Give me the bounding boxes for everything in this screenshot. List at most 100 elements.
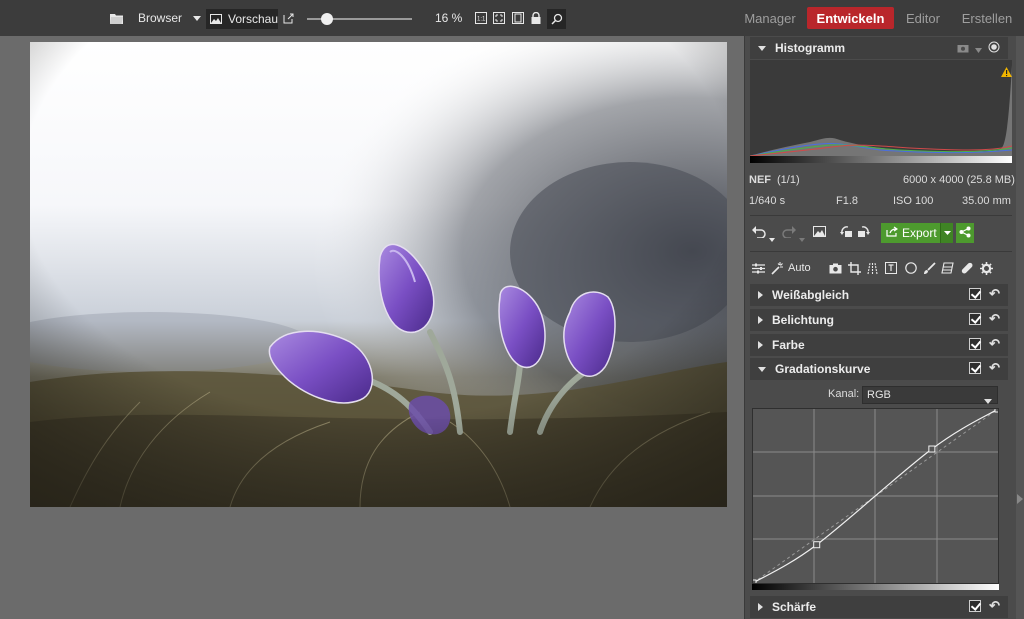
magnifier-mode-icon[interactable] [547,9,566,29]
compare-image-icon[interactable] [813,226,826,240]
enable-checkbox[interactable] [969,313,982,325]
section-color[interactable]: Farbe ↶ [750,334,1008,356]
panel-scroll-strip[interactable] [1016,36,1024,619]
collapse-arrow-icon[interactable] [1017,494,1023,504]
divider [750,251,1012,252]
tab-entwickeln[interactable]: Entwickeln [807,7,894,29]
iso-value: ISO 100 [893,195,934,207]
reset-icon[interactable]: ↶ [989,337,1000,350]
section-white-balance[interactable]: Weißabgleich ↶ [750,284,1008,306]
export-icon [886,226,899,240]
sliders-icon[interactable] [752,263,765,277]
camera-icon[interactable] [829,263,842,277]
enable-checkbox[interactable] [969,288,982,300]
histogram-title: Histogramm [775,41,846,55]
file-format: NEF [749,174,771,186]
reset-icon[interactable]: ↶ [989,599,1000,612]
curve-gradient-bar [752,584,999,590]
section-tone-curve[interactable]: Gradationskurve ↶ [750,358,1008,380]
curve-control-point[interactable] [813,541,821,549]
collapse-triangle-icon [758,366,766,372]
crop-icon[interactable] [848,262,861,278]
redo-icon[interactable] [782,226,796,241]
chevron-down-icon[interactable] [975,42,982,56]
warning-icon[interactable] [1001,66,1012,80]
rotate-right-icon[interactable] [857,226,870,241]
preview-label: Vorschau [228,12,279,26]
divider [750,215,1012,216]
chevron-down-icon [984,393,992,409]
tools-row: Auto [750,258,1014,280]
rotate-left-icon[interactable] [840,226,853,241]
circle-mask-icon[interactable] [905,262,917,277]
expand-triangle-icon [758,603,763,611]
share-icon [959,226,971,241]
browser-button[interactable]: Browser [138,0,182,36]
svg-text:1:1: 1:1 [477,17,486,23]
section-label: Weißabgleich [772,288,850,302]
channel-select[interactable]: RGB [862,386,998,404]
section-label: Farbe [772,338,805,352]
fit-screen-icon[interactable] [493,0,505,36]
file-dimensions: 6000 x 4000 (25.8 MB) [903,174,1015,186]
channel-value: RGB [867,389,891,401]
file-counter: (1/1) [777,174,800,186]
export-button[interactable]: Export [881,223,940,243]
top-toolbar: Browser Vorschau 16 % 1:1 Manager Entwic… [0,0,1024,36]
tab-erstellen[interactable]: Erstellen [959,7,1015,29]
fill-screen-icon[interactable] [512,0,524,36]
gradient-filter-icon[interactable] [941,262,954,277]
channel-label: Kanal: [828,388,860,400]
enable-checkbox[interactable] [969,600,982,612]
collapse-triangle-icon [758,45,766,51]
export-dropdown[interactable] [940,223,953,243]
perspective-icon[interactable] [866,262,879,278]
expand-triangle-icon [758,316,763,324]
curve-control-point[interactable] [749,579,757,587]
curve-control-point[interactable] [928,445,936,453]
image-icon [210,14,222,24]
section-label: Gradationskurve [775,362,871,376]
external-window-icon[interactable] [283,0,294,36]
text-frame-icon[interactable] [885,262,897,277]
tone-curve-editor[interactable] [749,405,1002,587]
reset-icon[interactable]: ↶ [989,361,1000,374]
zoom-1-1-icon[interactable]: 1:1 [475,0,487,36]
magic-wand-icon[interactable] [771,262,784,278]
enable-checkbox[interactable] [969,338,982,350]
gear-icon[interactable] [980,262,993,278]
chevron-down-icon[interactable] [799,231,805,245]
zoom-slider-handle[interactable] [321,13,333,25]
shutter-speed: 1/640 s [749,195,786,207]
focal-length: 35.00 mm [962,195,1011,207]
healing-bandage-icon[interactable] [961,262,974,278]
section-label: Schärfe [772,600,817,614]
histogram-header[interactable]: Histogramm [750,37,1008,59]
auto-button[interactable]: Auto [788,262,811,274]
tab-editor[interactable]: Editor [901,7,945,29]
chevron-down-icon[interactable] [769,231,775,245]
lock-icon[interactable] [531,0,541,36]
image-canvas[interactable] [0,36,744,619]
curve-control-point[interactable] [994,405,1002,413]
chevron-down-icon[interactable] [193,0,201,36]
section-exposure[interactable]: Belichtung ↶ [750,309,1008,331]
histogram-graph [749,60,1013,163]
tab-manager[interactable]: Manager [741,7,799,29]
folder-icon[interactable] [110,0,123,36]
section-label: Belichtung [772,313,834,327]
expand-triangle-icon [758,291,763,299]
section-sharpness[interactable]: Schärfe ↶ [750,596,1008,618]
share-button[interactable] [956,223,974,243]
aperture: F1.8 [836,195,859,207]
preview-button[interactable]: Vorschau [206,9,278,29]
radio-icon[interactable] [988,41,1000,56]
brush-icon[interactable] [923,262,936,278]
camera-icon[interactable] [957,42,969,56]
reset-icon[interactable]: ↶ [989,312,1000,325]
undo-icon[interactable] [752,226,766,241]
enable-checkbox[interactable] [969,362,982,374]
reset-icon[interactable]: ↶ [989,287,1000,300]
export-label: Export [902,226,937,240]
photo-preview[interactable] [30,42,727,507]
